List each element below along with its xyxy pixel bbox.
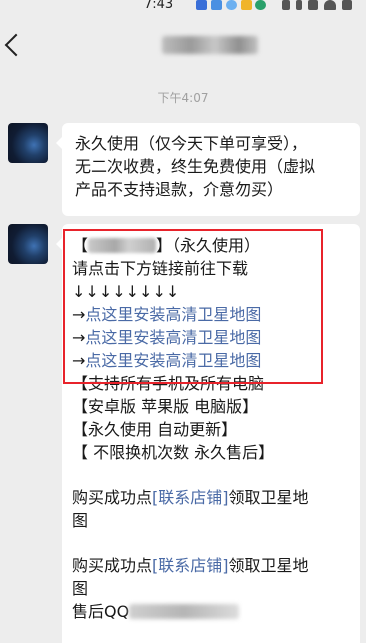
feature-line: 【永久使用 自动更新】: [72, 420, 238, 439]
mute-icon: [308, 0, 318, 10]
message-bubble[interactable]: 永久使用（仅今天下单可享受）， 无二次收费，终生免费使用（虚拟 产品不支持退款，…: [56, 123, 360, 216]
install-link[interactable]: 点这里安装高清卫星地图: [85, 305, 261, 324]
mail-icon: [241, 0, 252, 10]
qq-number-blurred: [129, 604, 240, 619]
after-sales-line: 售后QQ: [72, 600, 350, 623]
download-hint: 请点击下方链接前往下载: [72, 259, 249, 278]
app-notification-icon: [196, 0, 207, 10]
chat-header: [0, 14, 366, 78]
back-icon[interactable]: [4, 33, 28, 57]
message-timestamp: 下午4:07: [157, 91, 209, 105]
purchase-line: 购买成功点[联系店铺]领取卫星地: [72, 488, 309, 507]
signal-icon: [342, 0, 352, 10]
contact-store-link[interactable]: [联系店铺]: [152, 556, 229, 575]
status-bar: 7:43: [0, 0, 366, 14]
install-link-row: →点这里安装高清卫星地图: [72, 351, 262, 370]
purchase-line: 购买成功点[联系店铺]领取卫星地: [72, 556, 309, 575]
message-line: 无二次收费，终生免费使用（虚拟: [75, 157, 316, 176]
purchase-line-end: 图: [72, 579, 89, 598]
message-line: 永久使用（仅今天下单可享受），: [75, 134, 308, 153]
arrows: ↓↓↓↓↓↓↓↓: [72, 282, 180, 301]
status-time: 7:43: [144, 0, 174, 12]
message-bubble[interactable]: 【】（永久使用） 请点击下方链接前往下载 ↓↓↓↓↓↓↓↓ →点这里安装高清卫星…: [56, 224, 360, 643]
product-name-blurred: [88, 238, 157, 253]
refresh-icon: [255, 0, 266, 10]
chat-title: [162, 36, 258, 54]
contact-store-link[interactable]: [联系店铺]: [152, 488, 229, 507]
avatar[interactable]: [8, 123, 48, 163]
bluetooth-icon: [296, 0, 302, 10]
purchase-line-end: 图: [72, 511, 89, 530]
avatar[interactable]: [8, 224, 48, 264]
install-link[interactable]: 点这里安装高清卫星地图: [85, 351, 261, 370]
install-link[interactable]: 点这里安装高清卫星地图: [85, 328, 261, 347]
cloud-icon: [226, 0, 237, 10]
install-link-row: →点这里安装高清卫星地图: [72, 328, 262, 347]
photo-notification-icon: [211, 0, 222, 10]
nfc-icon: [282, 0, 290, 10]
wifi-icon: [324, 0, 336, 10]
feature-line: 【 不限换机次数 永久售后】: [72, 443, 275, 462]
install-link-row: →点这里安装高清卫星地图: [72, 305, 262, 324]
feature-line: 【支持所有手机及所有电脑: [72, 374, 265, 393]
message-line: 产品不支持退款，介意勿买）: [75, 180, 284, 199]
feature-line: 【安卓版 苹果版 电脑版】: [72, 397, 259, 416]
product-title: 【】（永久使用）: [72, 236, 261, 255]
